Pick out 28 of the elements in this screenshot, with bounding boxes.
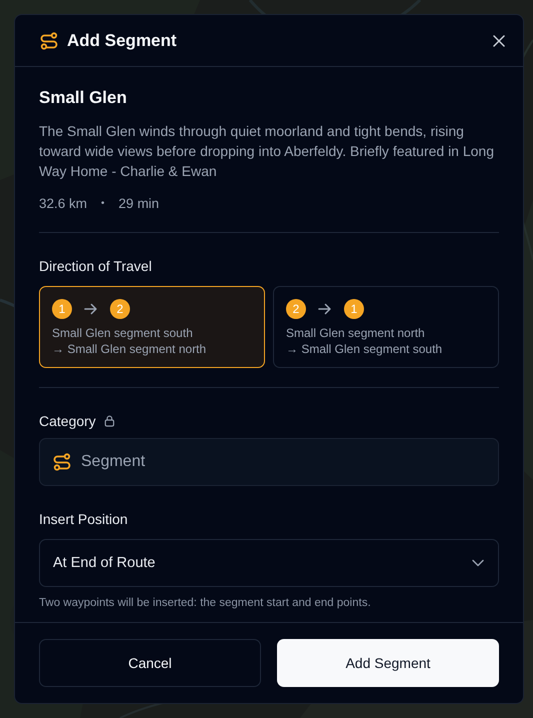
position-dropdown[interactable]: At End of Route [39, 539, 499, 587]
chevron-down-icon [472, 559, 484, 567]
arrow-icon [84, 303, 98, 315]
direction-option[interactable]: 2 1 Small Glen segment north → Small Glen segment south [273, 286, 499, 368]
route-description: Small Glen segment south → Small Glen segment north [52, 325, 208, 357]
route-icon [39, 30, 59, 50]
category-field: Segment [39, 438, 499, 486]
route-description: Small Glen segment north → Small Glen segment south [286, 325, 444, 357]
route-icon [52, 452, 72, 472]
arrow-icon [318, 303, 332, 315]
duration: 29 min [118, 195, 160, 213]
waypoint-badge: 2 [110, 299, 130, 319]
waypoint-badge: 1 [52, 299, 72, 319]
field-label: Insert Position [39, 510, 129, 528]
cancel-button[interactable]: Cancel [39, 639, 261, 687]
waypoint-badge: 2 [286, 299, 306, 319]
section-label: Direction of Travel [39, 257, 153, 275]
hint-text: Two waypoints will be inserted: the segment start and end points. [39, 596, 372, 610]
separator: • [101, 197, 105, 211]
close-icon[interactable] [493, 34, 505, 46]
waypoint-badge: 1 [344, 299, 364, 319]
segment-description: The Small Glen winds through quiet moorland and tight bends, rising toward wide views before dropping into Aberfeldy. Briefly featured in Long Way Home - Charlie & Ewan [39, 122, 496, 181]
distance: 32.6 km [39, 195, 88, 213]
direction-option[interactable]: 1 2 Small Glen segment south → Small Glen segment north [39, 286, 265, 368]
segment-name: Small Glen [39, 87, 128, 109]
add-button[interactable]: Add Segment [277, 639, 499, 687]
dialog-title: Add Segment [67, 30, 178, 50]
field-label: Category [39, 412, 96, 430]
